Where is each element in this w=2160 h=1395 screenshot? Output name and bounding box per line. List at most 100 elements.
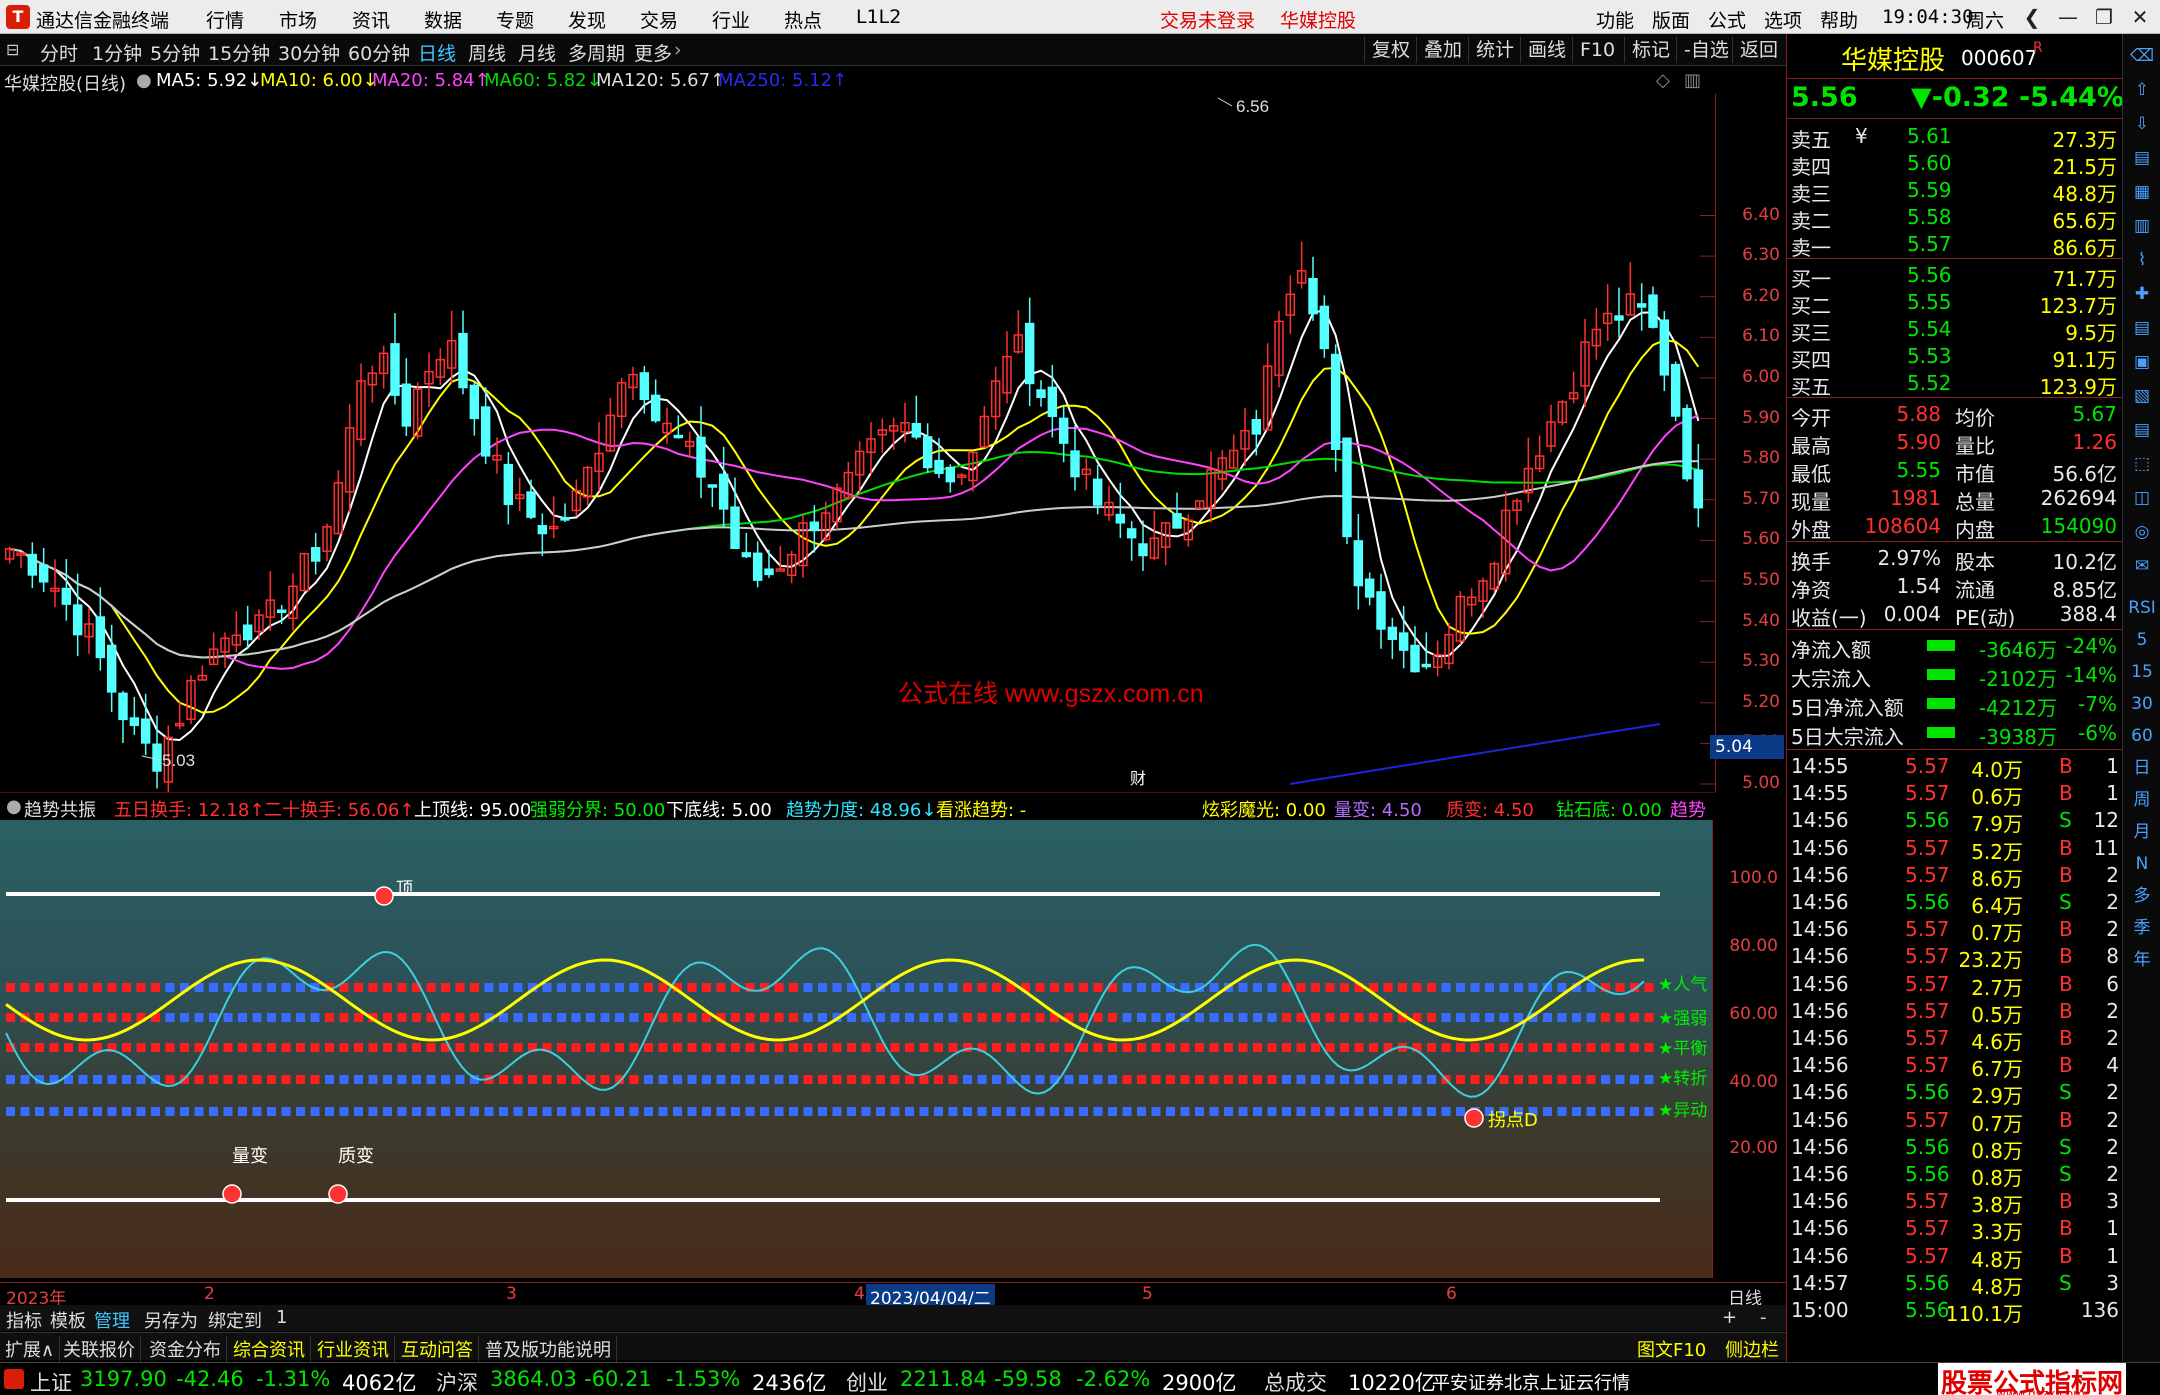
btn-zixuan[interactable]: -自选 bbox=[1676, 37, 1736, 63]
side-tool-label[interactable]: N bbox=[2128, 850, 2156, 878]
menu-l1l2[interactable]: L1L2 bbox=[856, 6, 901, 28]
menu-redian[interactable]: 热点 bbox=[784, 6, 822, 33]
btn-huaxian[interactable]: 画线 bbox=[1520, 37, 1573, 63]
trend-indicator-chart[interactable]: 顶 量变 质变 拐点D ★人气 ★强弱 ★平衡 ★转折 ★异动 bbox=[0, 820, 1712, 1278]
side-tool-label[interactable]: 15 bbox=[2128, 658, 2156, 686]
indicator-name[interactable]: 趋势共振 bbox=[24, 796, 96, 822]
side-tool-icon[interactable]: ▤ bbox=[2128, 314, 2156, 342]
btn-fanhui[interactable]: 返回 bbox=[1732, 37, 1785, 63]
zoom-out-button[interactable]: - bbox=[1760, 1307, 1767, 1328]
side-tool-icon[interactable]: ◎ bbox=[2128, 518, 2156, 546]
candlestick-chart[interactable]: 6.56 5.03 公式在线 www.gszx.com.cn 财 bbox=[0, 94, 1715, 792]
side-tool-icon[interactable]: ◫ bbox=[2128, 484, 2156, 512]
btn-biaoji[interactable]: 标记 bbox=[1624, 37, 1677, 63]
btn-fuquan[interactable]: 复权 bbox=[1364, 37, 1417, 63]
side-tool-icon[interactable]: ⬚ bbox=[2128, 450, 2156, 478]
side-tool-label[interactable]: 月 bbox=[2128, 818, 2156, 846]
side-tool-label[interactable]: 30 bbox=[2128, 690, 2156, 718]
side-tool-icon[interactable]: ▣ bbox=[2128, 348, 2156, 376]
close-icon[interactable]: ✕ bbox=[2122, 2, 2158, 32]
menu-gongneng[interactable]: 功能 bbox=[1596, 6, 1634, 33]
tab-bangdingdao[interactable]: 绑定到 bbox=[208, 1307, 262, 1333]
side-tool-icon[interactable]: ▦ bbox=[2128, 178, 2156, 206]
side-tool-icon[interactable]: ▤ bbox=[2128, 144, 2156, 172]
tab-tuwen[interactable]: 图文F10 bbox=[1632, 1336, 1711, 1362]
tab-kuozhan[interactable]: 扩展∧ bbox=[0, 1336, 61, 1362]
side-tool-icon[interactable]: ✚ bbox=[2128, 280, 2156, 308]
menu-faxian[interactable]: 发现 bbox=[568, 6, 606, 33]
chevron-right-icon[interactable]: › bbox=[674, 39, 682, 61]
side-tool-label[interactable]: 日 bbox=[2128, 754, 2156, 782]
side-tool-icon[interactable]: ✉ bbox=[2128, 552, 2156, 580]
menu-hangqing[interactable]: 行情 bbox=[206, 6, 244, 33]
period-5min[interactable]: 5分钟 bbox=[150, 39, 200, 66]
period-30min[interactable]: 30分钟 bbox=[278, 39, 340, 66]
menu-zixun[interactable]: 资讯 bbox=[352, 6, 390, 33]
side-tool-label[interactable]: RSI bbox=[2128, 594, 2156, 622]
period-fenshi[interactable]: 分时 bbox=[40, 39, 78, 66]
indicator-settings-icon[interactable]: ● bbox=[6, 796, 22, 817]
menu-bangzhu[interactable]: 帮助 bbox=[1820, 6, 1858, 33]
side-tool-label[interactable]: 60 bbox=[2128, 722, 2156, 750]
menu-jiaoyi[interactable]: 交易 bbox=[640, 6, 678, 33]
tab-zhibiao[interactable]: 指标 bbox=[6, 1307, 42, 1333]
period-15min[interactable]: 15分钟 bbox=[208, 39, 270, 66]
tab-one[interactable]: 1 bbox=[276, 1307, 287, 1328]
side-tool-icon[interactable]: ▥ bbox=[2128, 212, 2156, 240]
side-tool-icon[interactable]: ⇧ bbox=[2128, 76, 2156, 104]
tab-guanlian[interactable]: 关联报价 bbox=[58, 1336, 141, 1362]
menu-gongshi[interactable]: 公式 bbox=[1708, 6, 1746, 33]
side-tool-label[interactable]: 年 bbox=[2128, 946, 2156, 974]
signal-dot bbox=[1064, 1075, 1074, 1084]
period-multi[interactable]: 多周期 bbox=[568, 39, 625, 66]
minimize-icon[interactable]: — bbox=[2050, 2, 2086, 32]
period-60min[interactable]: 60分钟 bbox=[348, 39, 410, 66]
tab-moban[interactable]: 模板 bbox=[50, 1307, 86, 1333]
tab-zijin[interactable]: 资金分布 bbox=[144, 1336, 227, 1362]
signal-dot bbox=[1238, 1043, 1248, 1052]
side-tool-icon[interactable]: ⌇ bbox=[2128, 246, 2156, 274]
settings-icon[interactable]: ● bbox=[136, 70, 152, 91]
quote-cell: 5.57 bbox=[1905, 754, 1950, 778]
cy-index-name[interactable]: 创业 bbox=[846, 1367, 888, 1395]
signal-dot bbox=[1050, 1107, 1059, 1116]
tab-lingcunwei[interactable]: 另存为 bbox=[144, 1307, 198, 1333]
signal-dot bbox=[557, 1075, 566, 1084]
zoom-in-button[interactable]: + bbox=[1722, 1307, 1737, 1328]
btn-f10[interactable]: F10 bbox=[1572, 37, 1622, 63]
tab-zonghe[interactable]: 综合资讯 bbox=[228, 1336, 311, 1362]
collapse-icon[interactable]: ⊟ bbox=[6, 40, 19, 59]
btn-tongji[interactable]: 统计 bbox=[1468, 37, 1521, 63]
sz-index-name[interactable]: 沪深 bbox=[436, 1367, 478, 1395]
period-weekly[interactable]: 周线 bbox=[468, 39, 506, 66]
tab-guanli[interactable]: 管理 bbox=[94, 1307, 130, 1333]
period-monthly[interactable]: 月线 bbox=[518, 39, 556, 66]
side-tool-icon[interactable]: ▧ bbox=[2128, 382, 2156, 410]
period-more[interactable]: 更多 bbox=[634, 39, 672, 66]
back-icon[interactable]: ❮ bbox=[2014, 2, 2050, 32]
btn-diejia[interactable]: 叠加 bbox=[1416, 37, 1469, 63]
side-tool-label[interactable]: 季 bbox=[2128, 914, 2156, 942]
menu-xuanxiang[interactable]: 选项 bbox=[1764, 6, 1802, 33]
diamond-icon[interactable]: ◇ bbox=[1656, 70, 1670, 91]
menu-hangye[interactable]: 行业 bbox=[712, 6, 750, 33]
tab-hudong[interactable]: 互动问答 bbox=[396, 1336, 479, 1362]
menu-zhuanti[interactable]: 专题 bbox=[496, 6, 534, 33]
side-tool-label[interactable]: 5 bbox=[2128, 626, 2156, 654]
restore-icon[interactable]: ❐ bbox=[2086, 2, 2122, 32]
side-tool-label[interactable]: 多 bbox=[2128, 882, 2156, 910]
tab-puji[interactable]: 普及版功能说明 bbox=[480, 1336, 617, 1362]
menu-shichang[interactable]: 市场 bbox=[279, 6, 317, 33]
tab-hangye[interactable]: 行业资讯 bbox=[312, 1336, 395, 1362]
sh-index-name[interactable]: 上证 bbox=[30, 1367, 72, 1395]
panel-icon[interactable]: ▥ bbox=[1684, 70, 1701, 91]
side-tool-icon[interactable]: ⇩ bbox=[2128, 110, 2156, 138]
period-daily[interactable]: 日线 bbox=[418, 39, 456, 66]
period-1min[interactable]: 1分钟 bbox=[92, 39, 142, 66]
side-tool-icon[interactable]: ▤ bbox=[2128, 416, 2156, 444]
side-tool-label[interactable]: 周 bbox=[2128, 786, 2156, 814]
side-tool-icon[interactable]: ⌫ bbox=[2128, 42, 2156, 70]
menu-banmian[interactable]: 版面 bbox=[1652, 6, 1690, 33]
menu-shuju[interactable]: 数据 bbox=[424, 6, 462, 33]
login-status[interactable]: 交易未登录 bbox=[1160, 6, 1255, 33]
